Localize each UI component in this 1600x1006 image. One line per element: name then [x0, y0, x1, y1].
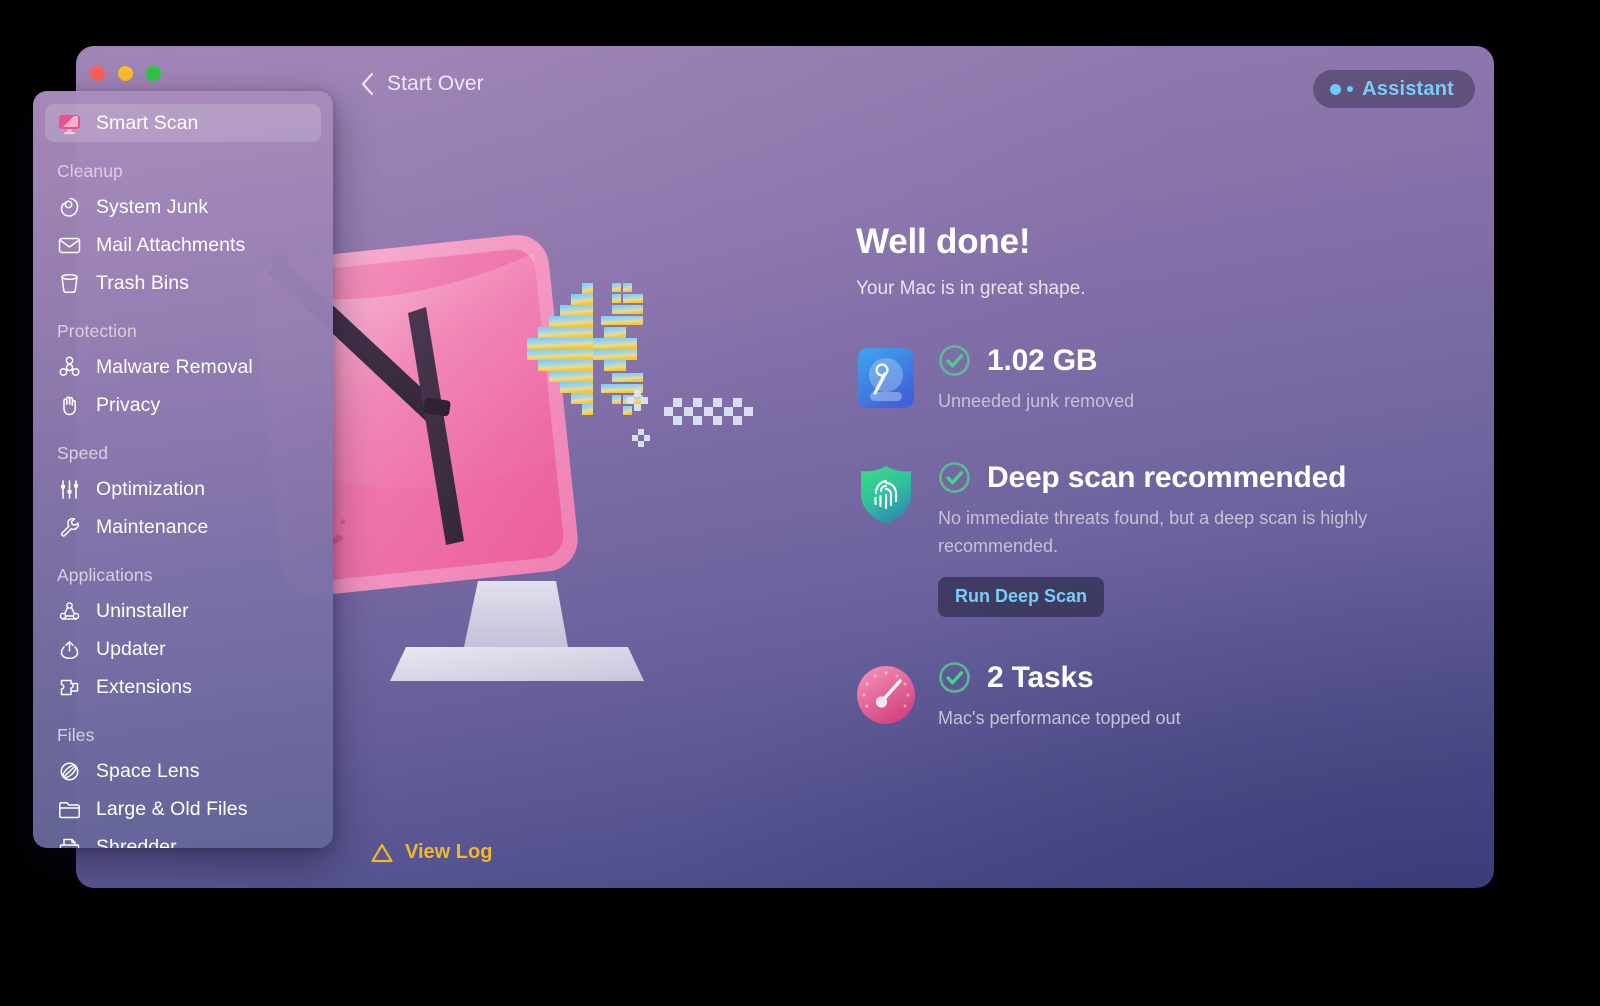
sidebar-item-large-old-files[interactable]: Large & Old Files [45, 790, 321, 828]
sidebar-group: Files Space Lens Large & Old Files Shred… [45, 725, 321, 848]
result-row-junk: 1.02 GB Unneeded junk removed [856, 344, 1456, 416]
sidebar-section-protection: Protection [57, 321, 137, 341]
monitor-scan-icon [57, 111, 82, 136]
sidebar-group: Smart Scan [45, 104, 321, 142]
assistant-label: Assistant [1362, 77, 1454, 100]
result-title-row: 2 Tasks [938, 661, 1456, 694]
sidebar-section-applications: Applications [57, 565, 153, 585]
sidebar-section-files: Files [57, 725, 95, 745]
sidebar-item-uninstaller[interactable]: Uninstaller [45, 592, 321, 630]
envelope-icon [57, 233, 82, 258]
result-title: 1.02 GB [987, 344, 1098, 377]
junk-icon [57, 195, 82, 220]
sidebar-item-label: Large & Old Files [96, 797, 248, 820]
sidebar-item-smart-scan[interactable]: Smart Scan [45, 104, 321, 142]
sidebar-item-label: Malware Removal [96, 355, 253, 378]
check-circle-icon [938, 344, 971, 377]
result-title: Deep scan recommended [987, 460, 1347, 494]
sidebar-item-label: Optimization [96, 477, 205, 500]
sidebar-section-speed: Speed [57, 443, 109, 463]
warning-triangle-icon [371, 843, 393, 863]
sliders-icon [57, 477, 82, 502]
result-description: Mac's performance topped out [938, 707, 1181, 728]
maximize-window-button[interactable] [146, 66, 161, 81]
sidebar-item-label: Updater [96, 637, 166, 660]
sidebar-item-shredder[interactable]: Shredder [45, 828, 321, 848]
assistant-dot-large-icon [1330, 83, 1342, 95]
assistant-dot-small-icon [1347, 86, 1354, 92]
result-title-row: 1.02 GB [938, 344, 1456, 377]
result-description: No immediate threats found, but a deep s… [938, 507, 1368, 556]
result-row-deep-scan: Deep scan recommended No immediate threa… [856, 461, 1456, 617]
sidebar-group: Applications Uninstaller Updater Extensi… [45, 565, 321, 706]
view-log-label: View Log [405, 841, 493, 863]
sidebar-item-label: System Junk [96, 195, 209, 218]
shredder-icon [57, 835, 82, 848]
sidebar: Smart Scan Cleanup System Junk Mail Atta… [33, 91, 333, 848]
imac-cleaning-illustration [252, 211, 836, 731]
result-title: 2 Tasks [987, 660, 1094, 694]
page-subtitle: Your Mac is in great shape. [856, 278, 1086, 299]
sidebar-group: Protection Malware Removal Privacy [45, 321, 321, 424]
folder-icon [57, 797, 82, 822]
sidebar-item-malware-removal[interactable]: Malware Removal [45, 348, 321, 386]
chevron-left-icon [361, 72, 374, 96]
check-circle-icon [938, 461, 971, 494]
sidebar-item-label: Maintenance [96, 515, 209, 538]
sidebar-item-system-junk[interactable]: System Junk [45, 188, 321, 226]
sidebar-item-label: Shredder [96, 835, 177, 849]
sidebar-item-label: Trash Bins [96, 271, 189, 294]
result-body: 2 Tasks Mac's performance topped out [938, 661, 1456, 733]
screen: Start Over Assistant Well done! Your Mac… [0, 0, 1600, 1006]
result-description: Unneeded junk removed [938, 391, 1135, 411]
sidebar-item-mail-attachments[interactable]: Mail Attachments [45, 226, 321, 264]
sidebar-item-label: Smart Scan [96, 111, 199, 134]
sidebar-group: Speed Optimization Maintenance [45, 443, 321, 546]
view-log-button[interactable]: View Log [371, 841, 492, 864]
result-body: 1.02 GB Unneeded junk removed [938, 344, 1456, 416]
result-row-tasks: 2 Tasks Mac's performance topped out [856, 661, 1456, 733]
result-body: Deep scan recommended No immediate threa… [938, 461, 1456, 617]
wrench-icon [57, 515, 82, 540]
sidebar-item-updater[interactable]: Updater [45, 630, 321, 668]
trash-icon [57, 271, 82, 296]
sidebar-group: Cleanup System Junk Mail Attachments Tra… [45, 161, 321, 302]
close-window-button[interactable] [90, 66, 105, 81]
start-over-label: Start Over [387, 72, 484, 95]
hand-icon [57, 393, 82, 418]
traffic-lights [90, 66, 161, 81]
result-title-row: Deep scan recommended [938, 461, 1456, 494]
shield-fingerprint-icon [856, 465, 916, 525]
biohazard-icon [57, 355, 82, 380]
sidebar-item-label: Space Lens [96, 759, 200, 782]
scan-results-panel: Well done! Your Mac is in great shape. 1… [856, 222, 1456, 733]
sidebar-item-label: Uninstaller [96, 599, 189, 622]
puzzle-icon [57, 675, 82, 700]
sidebar-item-maintenance[interactable]: Maintenance [45, 508, 321, 546]
sidebar-item-label: Extensions [96, 675, 192, 698]
run-deep-scan-button[interactable]: Run Deep Scan [938, 576, 1105, 617]
sidebar-item-trash-bins[interactable]: Trash Bins [45, 264, 321, 302]
sidebar-item-label: Mail Attachments [96, 233, 246, 256]
start-over-button[interactable]: Start Over [361, 72, 484, 96]
speedometer-icon [856, 665, 916, 725]
check-circle-icon [938, 661, 971, 694]
sidebar-item-optimization[interactable]: Optimization [45, 470, 321, 508]
sidebar-item-privacy[interactable]: Privacy [45, 386, 321, 424]
updater-icon [57, 637, 82, 662]
sidebar-item-label: Privacy [96, 393, 161, 416]
sidebar-section-cleanup: Cleanup [57, 161, 123, 181]
uninstaller-icon [57, 599, 82, 624]
minimize-window-button[interactable] [118, 66, 133, 81]
sidebar-item-extensions[interactable]: Extensions [45, 668, 321, 706]
space-lens-icon [57, 759, 82, 784]
page-title: Well done! [856, 222, 1031, 261]
sidebar-item-space-lens[interactable]: Space Lens [45, 752, 321, 790]
assistant-button[interactable]: Assistant [1313, 70, 1475, 108]
hard-drive-icon [856, 348, 916, 408]
